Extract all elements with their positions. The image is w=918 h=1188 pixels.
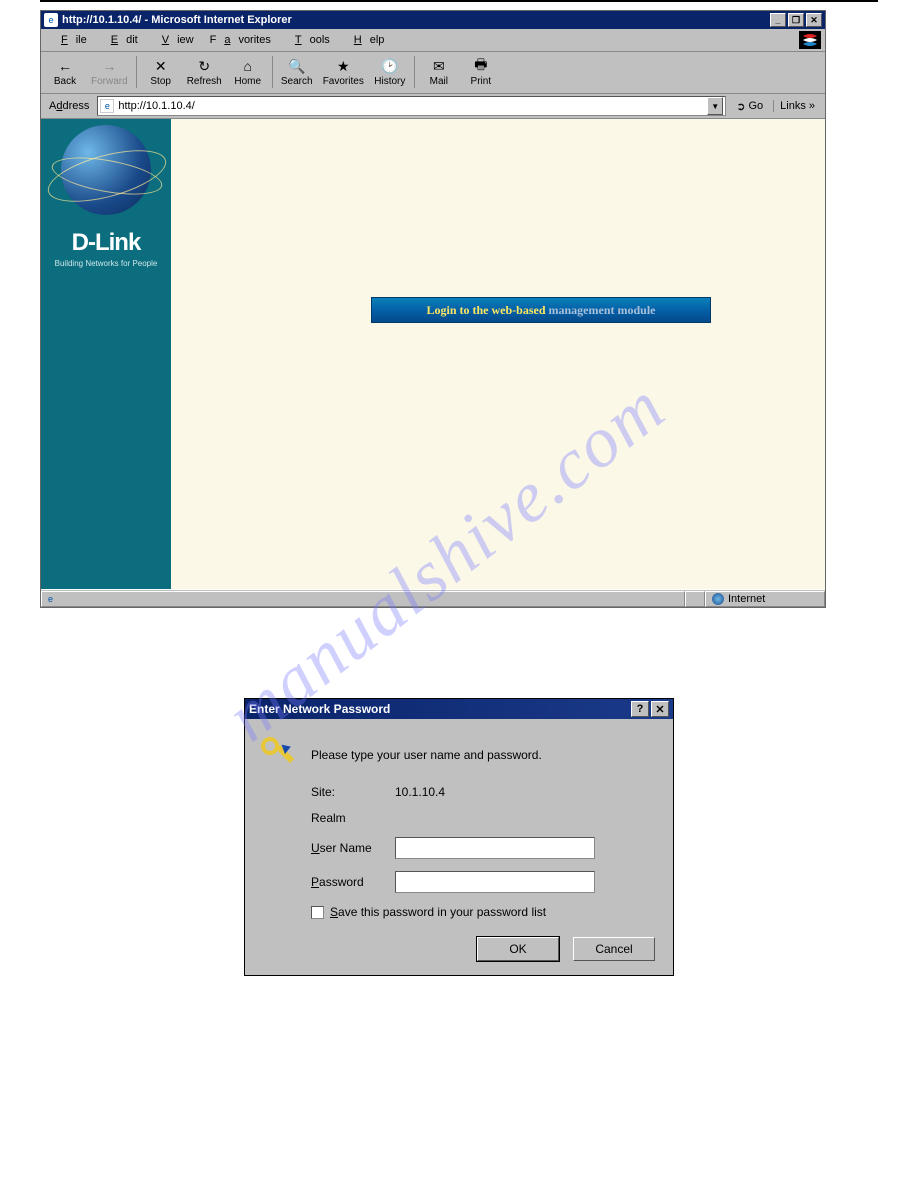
login-banner-button[interactable]: Login to the web-based management module [371, 297, 711, 323]
realm-label: Realm [311, 811, 395, 825]
save-password-checkbox[interactable] [311, 906, 324, 919]
ie-page-icon: e [48, 594, 53, 604]
dialog-close-button[interactable]: ✕ [651, 701, 669, 717]
print-button[interactable]: 🖶Print [461, 54, 501, 89]
home-icon: ⌂ [238, 56, 258, 76]
password-label: Password [311, 875, 395, 889]
zone-globe-icon [712, 593, 724, 605]
close-button[interactable]: ✕ [806, 13, 822, 27]
forward-arrow-icon: → [99, 56, 119, 76]
menu-edit[interactable]: Edit [95, 32, 146, 48]
site-value: 10.1.10.4 [395, 785, 655, 799]
print-icon: 🖶 [471, 56, 491, 76]
forward-button[interactable]: →Forward [87, 54, 132, 89]
refresh-icon: ↻ [194, 56, 214, 76]
history-button[interactable]: 🕑History [370, 54, 410, 89]
address-bar: Address e ▼ ➲Go Links » [41, 94, 825, 119]
ie-page-icon: e [44, 13, 58, 27]
password-dialog: Enter Network Password ? ✕ Please type y… [244, 698, 674, 976]
titlebar: e http://10.1.10.4/ - Microsoft Internet… [41, 11, 825, 29]
favorites-button[interactable]: ★Favorites [319, 54, 368, 89]
brand-tagline: Building Networks for People [55, 259, 158, 268]
ie-logo-icon [799, 31, 821, 49]
mail-icon: ✉ [429, 56, 449, 76]
stop-button[interactable]: ✕Stop [141, 54, 181, 89]
menu-help[interactable]: Help [338, 32, 393, 48]
address-label: Address [45, 100, 93, 112]
home-button[interactable]: ⌂Home [228, 54, 268, 89]
back-button[interactable]: ←Back [45, 54, 85, 89]
help-button[interactable]: ? [631, 701, 649, 717]
sidebar: D-Link Building Networks for People [41, 119, 171, 589]
menu-view[interactable]: View [146, 32, 202, 48]
globe-icon [61, 125, 151, 215]
address-dropdown-button[interactable]: ▼ [707, 97, 723, 115]
separator [414, 56, 415, 88]
top-rule [40, 0, 878, 2]
back-arrow-icon: ← [55, 56, 75, 76]
page-icon: e [100, 99, 114, 113]
go-button[interactable]: ➲Go [730, 100, 769, 113]
menu-favorites[interactable]: Favorites [202, 32, 279, 48]
window-title: http://10.1.10.4/ - Microsoft Internet E… [62, 14, 770, 26]
save-password-label: Save this password in your password list [330, 905, 546, 919]
search-icon: 🔍 [287, 56, 307, 76]
username-input[interactable] [395, 837, 595, 859]
search-button[interactable]: 🔍Search [277, 54, 317, 89]
stop-icon: ✕ [151, 56, 171, 76]
dialog-title: Enter Network Password [249, 702, 629, 716]
toolbar: ←Back →Forward ✕Stop ↻Refresh ⌂Home 🔍Sea… [41, 52, 825, 94]
site-label: Site: [311, 785, 395, 799]
star-icon: ★ [333, 56, 353, 76]
main-area: Login to the web-based management module [171, 119, 825, 589]
ok-button[interactable]: OK [477, 937, 559, 961]
menu-tools[interactable]: Tools [279, 32, 338, 48]
zone-label: Internet [728, 593, 765, 605]
menu-file[interactable]: File [45, 32, 95, 48]
separator [136, 56, 137, 88]
statusbar: e Internet [41, 589, 825, 607]
mail-button[interactable]: ✉Mail [419, 54, 459, 89]
browser-window: e http://10.1.10.4/ - Microsoft Internet… [40, 10, 826, 608]
brand-logo: D-Link [72, 229, 141, 257]
maximize-button[interactable]: ❐ [788, 13, 804, 27]
dialog-titlebar: Enter Network Password ? ✕ [245, 699, 673, 719]
password-input[interactable] [395, 871, 595, 893]
page-content: D-Link Building Networks for People Logi… [41, 119, 825, 589]
cancel-button[interactable]: Cancel [573, 937, 655, 961]
username-label: User Name [311, 841, 395, 855]
refresh-button[interactable]: ↻Refresh [183, 54, 226, 89]
minimize-button[interactable]: _ [770, 13, 786, 27]
dialog-prompt: Please type your user name and password. [311, 748, 542, 762]
links-button[interactable]: Links » [773, 100, 821, 112]
address-input[interactable] [118, 100, 707, 112]
separator [272, 56, 273, 88]
key-lock-icon [261, 737, 297, 773]
go-arrow-icon: ➲ [736, 100, 745, 113]
history-icon: 🕑 [380, 56, 400, 76]
menubar: File Edit View Favorites Tools Help [41, 29, 825, 52]
